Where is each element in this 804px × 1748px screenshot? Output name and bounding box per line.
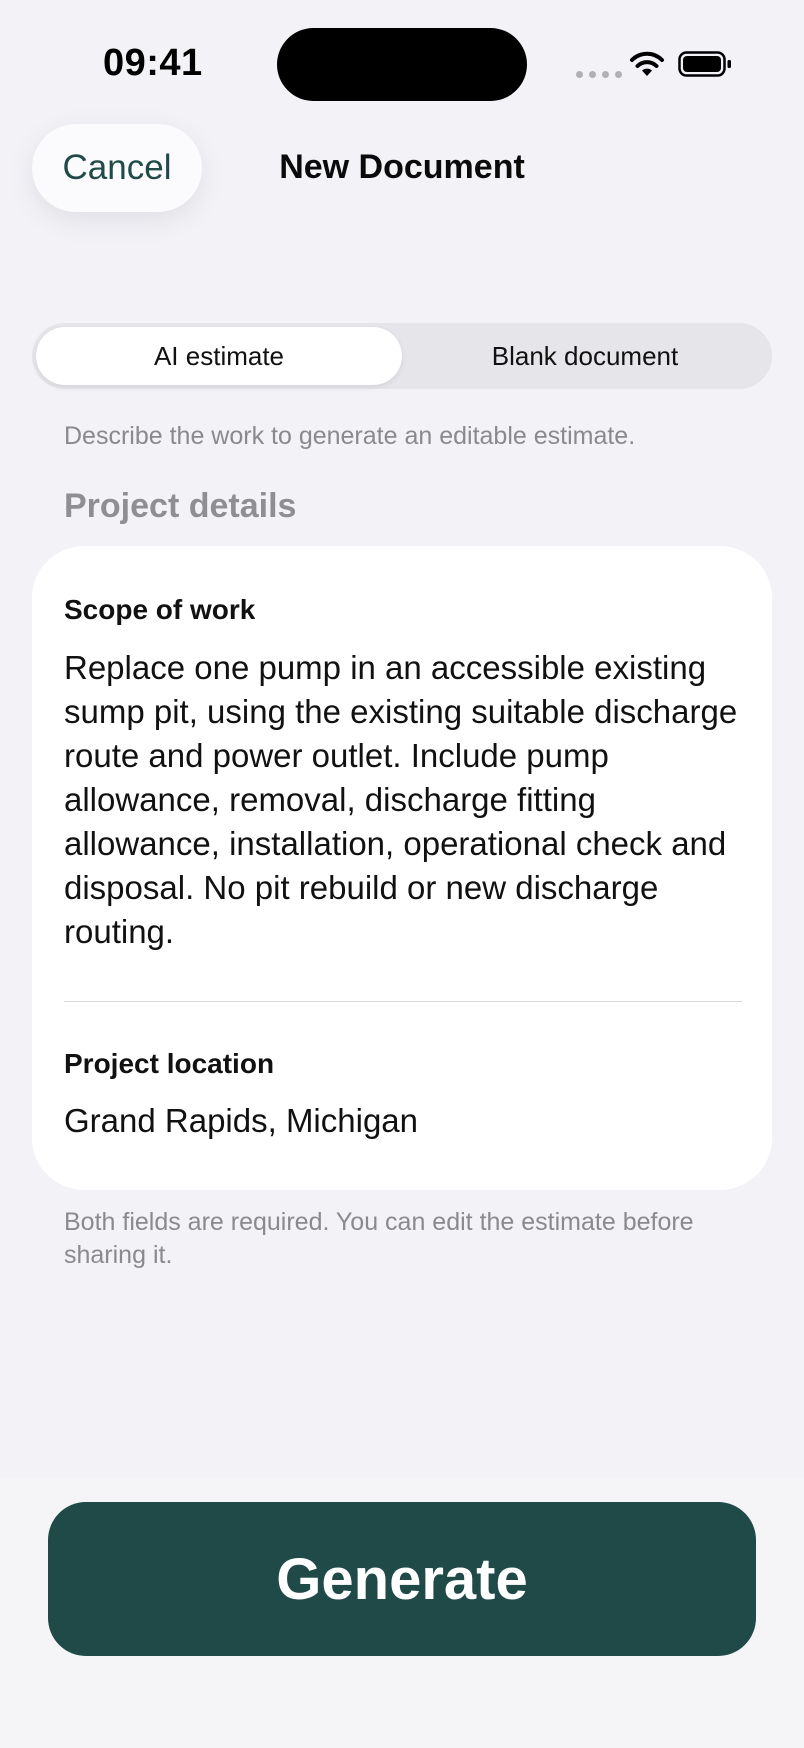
document-type-segmented-control: AI estimate Blank document bbox=[32, 323, 772, 389]
scope-of-work-label: Scope of work bbox=[64, 594, 256, 625]
segment-ai-estimate[interactable]: AI estimate bbox=[36, 327, 402, 385]
status-time: 09:41 bbox=[103, 42, 203, 84]
scope-of-work-field[interactable]: Replace one pump in an accessible existi… bbox=[64, 646, 744, 954]
page-title: New Document bbox=[279, 148, 525, 186]
signal-dots-icon bbox=[576, 71, 622, 78]
new-document-screen: 09:41 Cancel New Document AI estimate Bl… bbox=[0, 0, 804, 1748]
battery-icon bbox=[678, 51, 731, 77]
project-location-field[interactable]: Grand Rapids, Michigan bbox=[64, 1102, 418, 1140]
project-location-label: Project location bbox=[64, 1048, 275, 1079]
generate-button[interactable]: Generate bbox=[48, 1502, 756, 1656]
wifi-icon bbox=[630, 51, 664, 76]
required-fields-footnote: Both fields are required. You can edit t… bbox=[64, 1208, 694, 1269]
field-divider bbox=[64, 1001, 742, 1002]
dynamic-island bbox=[277, 28, 527, 101]
section-header-project-details: Project details bbox=[64, 487, 297, 525]
project-details-card: Scope of work Replace one pump in an acc… bbox=[32, 546, 772, 1190]
segment-blank-document[interactable]: Blank document bbox=[402, 327, 768, 385]
helper-text: Describe the work to generate an editabl… bbox=[64, 422, 636, 450]
